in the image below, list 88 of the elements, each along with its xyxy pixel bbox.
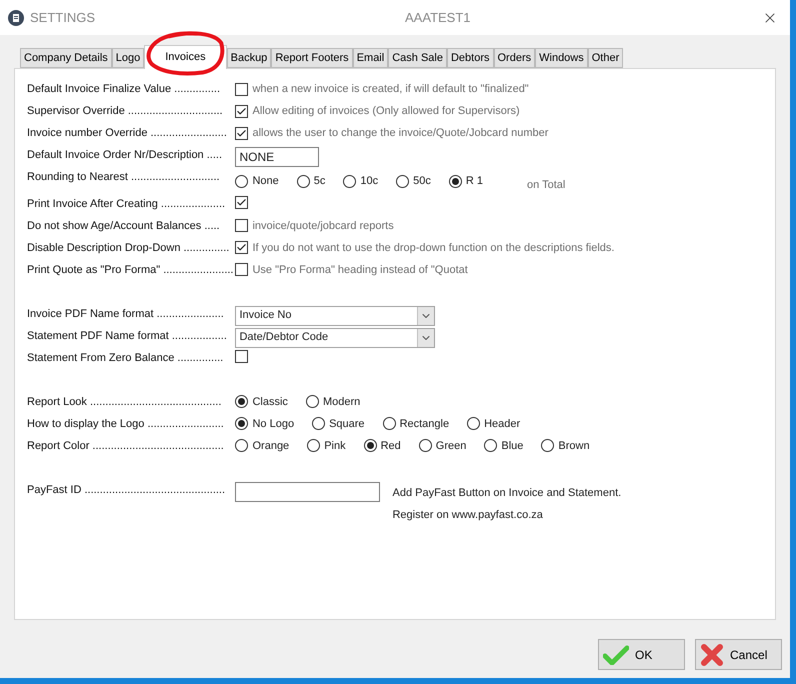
radio-label: Blue (501, 438, 524, 454)
radio-label: No Logo (252, 416, 294, 432)
setting-label: Rounding to Nearest ............................. (27, 170, 221, 185)
tab[interactable]: Other (588, 48, 624, 68)
setting-label: Statement From Zero Balance ............... (27, 350, 224, 366)
checkbox[interactable] (235, 82, 248, 96)
window-title: SETTINGS (30, 8, 96, 27)
radio-button[interactable] (312, 417, 326, 430)
setting-label: Default Invoice Finalize Value ............... (27, 82, 221, 97)
radio-label: Pink (324, 438, 346, 454)
setting-label: Default Invoice Order Nr/Description ..... (27, 148, 224, 163)
radio-button[interactable] (235, 439, 248, 452)
setting-note: Allow editing of invoices (Only allowed for Supervisors) (252, 104, 520, 119)
setting-label: Do not show Age/Account Balances ..... (27, 218, 221, 234)
tab[interactable]: Windows (535, 48, 588, 68)
radio-button[interactable] (296, 174, 310, 188)
radio-button[interactable] (306, 395, 319, 408)
radio-button[interactable] (448, 174, 462, 188)
radio-label: Orange (252, 438, 290, 454)
radio-label: Modern (322, 394, 360, 410)
dropdown[interactable]: Invoice No (235, 306, 436, 326)
radio-label: None (252, 174, 279, 189)
setting-label: PayFast ID .............................................. (27, 482, 226, 498)
checkbox[interactable] (235, 126, 248, 140)
radio-button[interactable] (307, 439, 320, 452)
radio-button[interactable] (484, 439, 498, 452)
radio-button[interactable] (235, 174, 248, 188)
radio-button[interactable] (343, 174, 356, 188)
setting-note: when a new invoice is created, if will default to "finalized" (252, 82, 529, 97)
document-icon (8, 10, 24, 26)
radio-label: Green (436, 438, 466, 454)
tab[interactable]: Cash Sale (388, 48, 447, 68)
radio-button[interactable] (541, 439, 554, 452)
radio-label: Square (329, 416, 365, 432)
checkbox[interactable] (235, 104, 248, 118)
checkbox[interactable] (235, 350, 248, 362)
setting-label: Supervisor Override ............................... (27, 104, 224, 119)
checkbox[interactable] (235, 241, 248, 254)
setting-label: How to display the Logo ......................... (27, 416, 225, 432)
setting-label: Disable Description Drop-Down ............... (27, 240, 230, 256)
setting-note: If you do not want to use the drop-down function on the descriptions fields. (252, 240, 614, 256)
radio-label: 10c (360, 174, 378, 189)
radio-button[interactable] (396, 174, 410, 188)
setting-label: Statement PDF Name format .................. (27, 328, 228, 344)
radio-label: 5c (314, 174, 326, 189)
tab[interactable]: Orders (494, 48, 536, 68)
setting-label: Print Quote as "Pro Forma" ....................... (27, 262, 234, 278)
tab[interactable]: Backup (226, 48, 272, 68)
radio-button[interactable] (235, 395, 248, 408)
setting-note: on Total (527, 178, 566, 193)
setting-note: Add PayFast Button on Invoice and Statement. (392, 486, 622, 500)
setting-label: Invoice number Override ......................... (27, 126, 228, 141)
text-field[interactable]: NONE (235, 147, 320, 167)
company-name: AAATEST1 (405, 8, 471, 27)
tab[interactable]: Report Footers (271, 48, 353, 68)
radio-label: Header (484, 416, 520, 432)
setting-note: Use "Pro Forma" heading instead of "Quotat (252, 262, 468, 278)
dropdown[interactable]: Date/Debtor Code (235, 328, 436, 348)
setting-label: Report Color ........................................... (27, 438, 225, 454)
cross-icon (700, 642, 724, 666)
radio-button[interactable] (382, 417, 396, 430)
setting-label: Print Invoice After Creating ..................... (27, 196, 226, 212)
radio-label: Classic (252, 394, 288, 410)
radio-button[interactable] (235, 417, 248, 430)
tab[interactable]: Debtors (446, 48, 494, 68)
setting-note: allows the user to change the invoice/Quote/Jobcard number (252, 126, 548, 141)
setting-note: invoice/quote/jobcard reports (252, 218, 394, 234)
cancel-button[interactable]: Cancel (695, 639, 782, 670)
radio-label: R 1 (466, 174, 484, 189)
checkbox[interactable] (235, 263, 248, 276)
radio-label: Red (380, 438, 401, 454)
radio-label: 50c (413, 174, 431, 189)
tab[interactable]: Email (352, 48, 388, 68)
radio-button[interactable] (418, 439, 432, 452)
setting-note: Register on www.payfast.co.za (392, 508, 544, 523)
tab[interactable]: Company Details (20, 48, 112, 68)
tab[interactable]: Logo (112, 48, 144, 68)
ok-button[interactable]: OK (598, 639, 685, 670)
radio-button[interactable] (364, 439, 377, 452)
radio-label: Rectangle (400, 416, 450, 432)
checkbox[interactable] (235, 196, 248, 208)
setting-label: Report Look ........................................... (27, 394, 222, 410)
setting-label: Invoice PDF Name format ...................... (27, 306, 225, 322)
radio-button[interactable] (467, 417, 480, 430)
checkbox[interactable] (235, 219, 248, 232)
check-icon (603, 644, 629, 664)
radio-label: Brown (558, 438, 590, 454)
text-field[interactable] (235, 482, 380, 502)
